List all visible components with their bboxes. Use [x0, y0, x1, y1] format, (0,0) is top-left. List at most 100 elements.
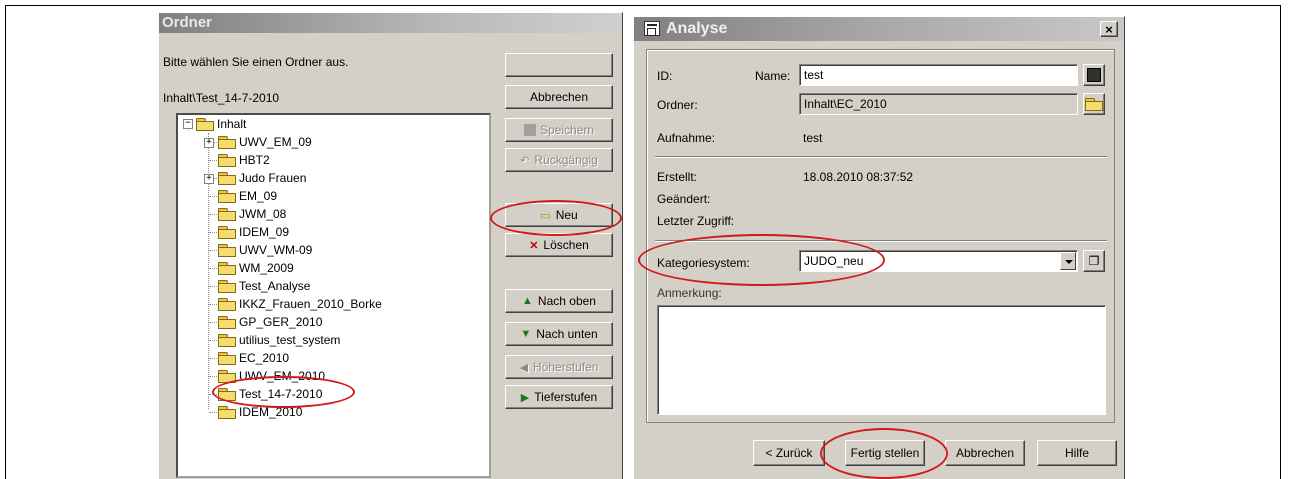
- ordner-title: Ordner: [159, 13, 622, 33]
- tree-item[interactable]: Judo Frauen: [218, 169, 306, 187]
- tree-item-label: GP_GER_2010: [239, 315, 323, 329]
- tree-item[interactable]: UWV_EM_2010: [218, 367, 325, 385]
- id-label: ID:: [657, 69, 673, 83]
- tree-item-label: Judo Frauen: [239, 171, 307, 185]
- analyse-dialog: Analyse × ID: Name: test Ordner: Inhalt\…: [633, 16, 1125, 479]
- tree-item-label: EC_2010: [239, 351, 290, 365]
- tree-item[interactable]: UWV_EM_09: [218, 133, 312, 151]
- back-button[interactable]: < Zurück: [753, 440, 825, 466]
- demote-button[interactable]: ▶ Tieferstufen: [505, 385, 613, 409]
- folder-icon: [218, 154, 236, 167]
- folder-icon: [218, 262, 236, 275]
- analyse-title: Analyse: [666, 20, 728, 37]
- arrow-right-icon: ▶: [520, 391, 530, 404]
- category-system-button[interactable]: ❐: [1083, 250, 1105, 272]
- folder-icon: [218, 406, 236, 419]
- close-button[interactable]: ×: [1100, 21, 1118, 37]
- folder-icon: [218, 352, 236, 365]
- browse-folder-button[interactable]: [1083, 93, 1105, 115]
- move-up-button[interactable]: ▲ Nach oben: [505, 289, 613, 313]
- analyse-titlebar: Analyse ×: [634, 17, 1124, 41]
- save-icon-button[interactable]: [1083, 64, 1105, 86]
- changed-label: Geändert:: [657, 192, 711, 206]
- folder-icon: [218, 298, 236, 311]
- promote-button[interactable]: ◀ Höherstufen: [505, 355, 613, 379]
- folder-icon: [218, 334, 236, 347]
- tree-item[interactable]: GP_GER_2010: [218, 313, 322, 331]
- undo-button[interactable]: ↶ Rückgängig: [505, 148, 613, 172]
- tree-item[interactable]: EC_2010: [218, 349, 289, 367]
- created-label: Erstellt:: [657, 170, 698, 184]
- tree-item[interactable]: EM_09: [218, 187, 277, 205]
- cancel-button[interactable]: Abbrechen: [945, 440, 1025, 466]
- new-folder-icon: ▭: [540, 209, 551, 222]
- delete-button[interactable]: ✕ Löschen: [505, 233, 613, 257]
- floppy-icon: [523, 124, 536, 136]
- folder-icon: [218, 136, 236, 149]
- folder-icon: [218, 370, 236, 383]
- current-path: Inhalt\Test_14-7-2010: [163, 91, 280, 105]
- tree-item-label: Test_Analyse: [239, 279, 311, 293]
- tree-item[interactable]: utilius_test_system: [218, 331, 340, 349]
- collapse-toggle-root[interactable]: −: [183, 119, 193, 129]
- finish-button[interactable]: Fertig stellen: [845, 440, 925, 466]
- separator: [655, 240, 1107, 242]
- recording-label: Aufnahme:: [657, 131, 716, 145]
- tree-item[interactable]: UWV_WM-09: [218, 241, 312, 259]
- folder-icon: [218, 388, 236, 401]
- tree-item-label: EM_09: [239, 189, 278, 203]
- floppy-disk-icon: [1087, 68, 1101, 82]
- save-button[interactable]: Speichern: [505, 118, 613, 142]
- new-folder-button[interactable]: ▭ Neu: [505, 203, 613, 227]
- folder-label: Ordner:: [657, 98, 698, 112]
- tree-item[interactable]: Test_Analyse: [218, 277, 310, 295]
- tree-item-label: Test_14-7-2010: [239, 387, 323, 401]
- tree-item[interactable]: IDEM_2010: [218, 403, 302, 421]
- remark-label: Anmerkung:: [657, 286, 722, 300]
- tree-item[interactable]: WM_2009: [218, 259, 294, 277]
- tree-item-label: UWV_EM_09: [239, 135, 312, 149]
- tree-item[interactable]: IDEM_09: [218, 223, 289, 241]
- folder-icon: [218, 172, 236, 185]
- folder-icon: [218, 208, 236, 221]
- expand-toggle[interactable]: +: [204, 174, 214, 184]
- tree-item-label: HBT2: [239, 153, 270, 167]
- tree-item-label: utilius_test_system: [239, 333, 341, 347]
- tree-item[interactable]: JWM_08: [218, 205, 286, 223]
- windows-stack-icon: ❐: [1088, 254, 1100, 268]
- folder-tree[interactable]: − Inhalt + UWV_EM_09 HBT2 + Judo Frauen EM_09…: [176, 113, 491, 478]
- help-button[interactable]: Hilfe: [1037, 440, 1117, 466]
- move-down-button[interactable]: ▼ Nach unten: [505, 322, 613, 346]
- expand-toggle[interactable]: +: [204, 138, 214, 148]
- remark-textarea[interactable]: [657, 305, 1106, 415]
- tree-item[interactable]: IKKZ_Frauen_2010_Borke: [218, 295, 382, 313]
- recording-value: test: [803, 131, 823, 145]
- folder-field: Inhalt\EC_2010: [799, 93, 1078, 115]
- tree-item-label: WM_2009: [239, 261, 294, 275]
- tree-item-label: IDEM_2010: [239, 405, 303, 419]
- tree-item-label: UWV_WM-09: [239, 243, 313, 257]
- name-label: Name:: [755, 69, 791, 83]
- cancel-button[interactable]: Abbrechen: [505, 85, 613, 109]
- separator: [655, 156, 1107, 158]
- arrow-down-icon: ▼: [520, 328, 532, 340]
- folder-icon: [218, 226, 236, 239]
- analyse-panel: ID: Name: test Ordner: Inhalt\EC_2010 Au…: [646, 49, 1115, 423]
- blank-button[interactable]: [505, 53, 613, 77]
- tree-item[interactable]: HBT2: [218, 151, 270, 169]
- ordner-prompt: Bitte wählen Sie einen Ordner aus.: [163, 55, 349, 69]
- chevron-down-icon[interactable]: [1060, 252, 1076, 270]
- folder-icon: [218, 244, 236, 257]
- tree-item-root[interactable]: Inhalt: [196, 115, 246, 133]
- analysis-app-icon: [644, 21, 660, 36]
- arrow-up-icon: ▲: [522, 295, 533, 307]
- tree-item[interactable]: Test_14-7-2010: [218, 385, 322, 403]
- tree-item-label: IDEM_09: [239, 225, 290, 239]
- name-input[interactable]: test: [799, 64, 1078, 86]
- ordner-dialog: Ordner Bitte wählen Sie einen Ordner aus…: [158, 12, 623, 479]
- tree-item-label: IKKZ_Frauen_2010_Borke: [239, 297, 382, 311]
- category-system-select[interactable]: JUDO_neu: [799, 250, 1078, 272]
- tree-item-label: UWV_EM_2010: [239, 369, 326, 383]
- tree-item-label: JWM_08: [239, 207, 287, 221]
- undo-icon: ↶: [520, 154, 530, 167]
